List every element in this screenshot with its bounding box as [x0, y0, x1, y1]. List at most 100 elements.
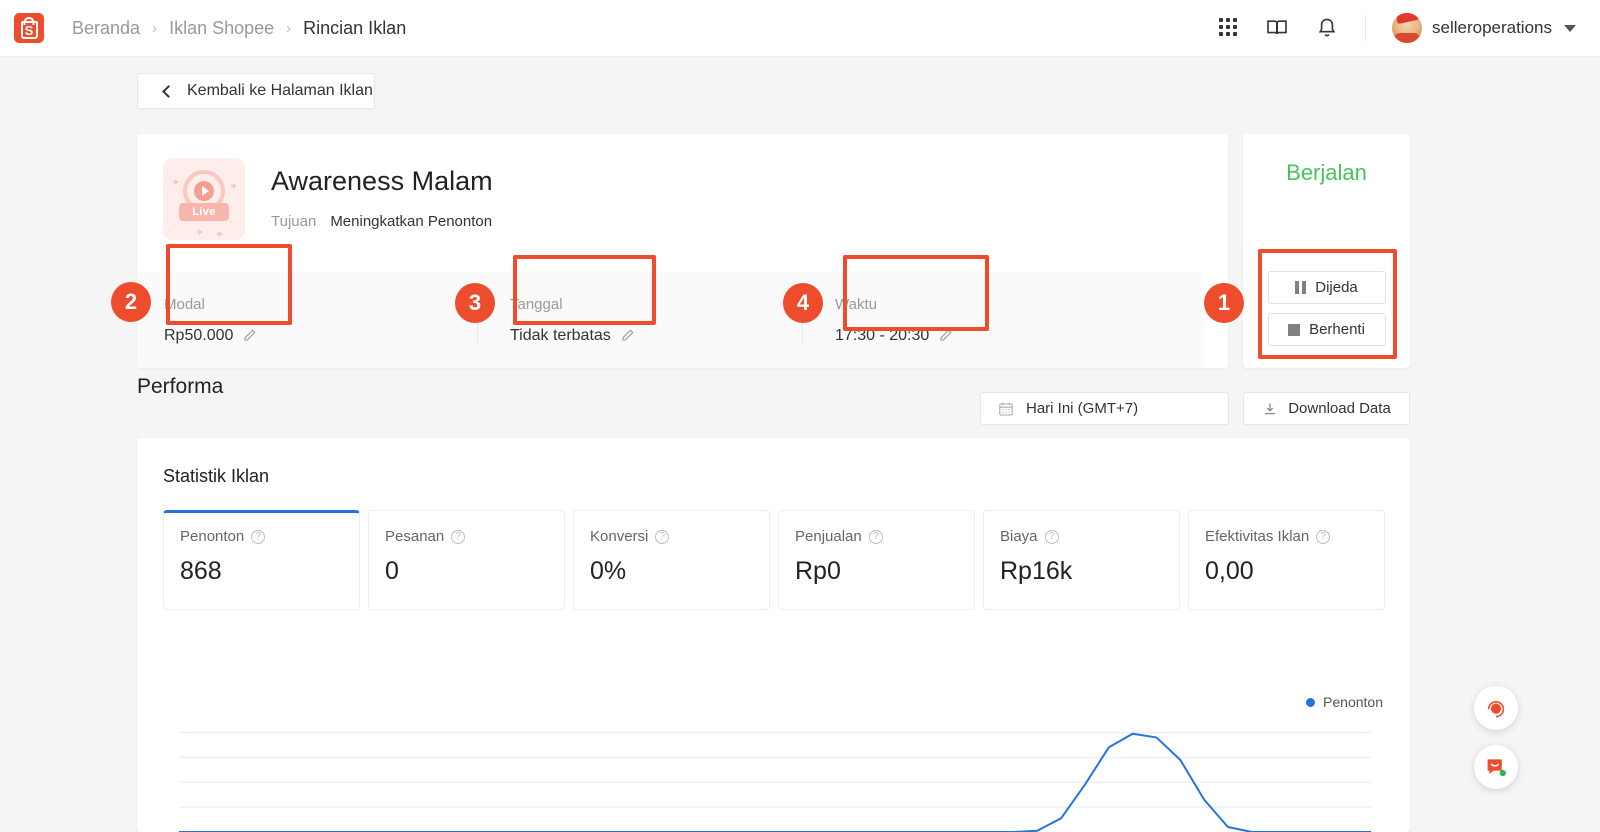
stat-tile-pesanan[interactable]: Pesanan ? 0: [368, 510, 565, 610]
stat-name-row: Penjualan ?: [795, 528, 974, 545]
download-data-label: Download Data: [1288, 400, 1391, 417]
status-action-buttons: Dijeda Berhenti: [1267, 271, 1386, 346]
breadcrumb: Beranda › Iklan Shopee › Rincian Iklan: [72, 18, 406, 39]
book-icon[interactable]: [1265, 16, 1289, 40]
download-data-button[interactable]: Download Data: [1243, 392, 1410, 425]
info-field-tanggal: Tanggal Tidak terbatas: [510, 272, 655, 368]
page-title-performa: Performa: [137, 375, 224, 398]
stat-name-row: Biaya ?: [1000, 528, 1179, 545]
live-badge-label: Live: [179, 203, 229, 221]
info-field-modal: Modal Rp50.000: [164, 272, 264, 368]
chart-legend[interactable]: Penonton: [1306, 694, 1383, 710]
waktu-value: 17:30 - 20:30: [835, 326, 930, 344]
stat-value: Rp0: [795, 557, 841, 585]
question-circle-icon[interactable]: ?: [655, 529, 670, 544]
stat-label: Penonton: [180, 528, 245, 545]
annotation-number-1: 1: [1204, 283, 1244, 323]
statistics-title: Statistik Iklan: [163, 466, 270, 486]
breadcrumb-item-iklan-shopee[interactable]: Iklan Shopee: [169, 18, 274, 39]
stat-tile-penjualan[interactable]: Penjualan ? Rp0: [778, 510, 975, 610]
stat-label: Biaya: [1000, 528, 1038, 545]
stat-name-row: Konversi ?: [590, 528, 769, 545]
back-button-label: Kembali ke Halaman Iklan: [187, 82, 373, 99]
stat-name-row: Efektivitas Iklan ?: [1205, 528, 1384, 545]
penonton-line-chart: [179, 724, 1371, 832]
waktu-label: Waktu: [835, 295, 877, 313]
apps-grid-icon[interactable]: [1218, 18, 1239, 38]
breadcrumb-item-rincian-iklan: Rincian Iklan: [303, 17, 407, 38]
top-navigation-bar: Beranda › Iklan Shopee › Rincian Iklan s…: [0, 0, 1600, 57]
stat-name-row: Penonton ?: [180, 528, 359, 545]
campaign-text-block: Awareness Malam Tujuan Meningkatkan Peno…: [271, 158, 493, 272]
status-badge: Berjalan: [1286, 160, 1367, 185]
campaign-objective: Tujuan Meningkatkan Penonton: [271, 213, 493, 230]
ad-statistics-card: Statistik Iklan Penonton ? 868 Pesanan ?…: [137, 438, 1410, 832]
stat-label: Konversi: [590, 528, 649, 545]
info-field-waktu: Waktu 17:30 - 20:30: [835, 272, 975, 368]
pencil-icon[interactable]: [938, 328, 953, 343]
avatar: [1391, 13, 1422, 43]
objective-value: Meningkatkan Penonton: [330, 213, 493, 230]
pause-campaign-button[interactable]: Dijeda: [1267, 271, 1386, 304]
top-nav-actions: selleroperations: [1218, 13, 1576, 43]
stat-tile-efektivitas-iklan[interactable]: Efektivitas Iklan ? 0,00: [1188, 510, 1385, 610]
modal-label: Modal: [164, 295, 205, 313]
stat-value: 0%: [590, 557, 627, 585]
stat-value: 0: [385, 557, 399, 585]
bell-icon[interactable]: [1315, 16, 1339, 40]
pencil-icon[interactable]: [620, 328, 635, 343]
question-circle-icon[interactable]: ?: [1044, 529, 1059, 544]
chat-fab-button[interactable]: [1474, 745, 1518, 789]
nav-divider: [1364, 15, 1366, 41]
back-to-ads-page-button[interactable]: Kembali ke Halaman Iklan: [137, 73, 375, 109]
legend-color-dot: [1306, 697, 1316, 707]
calendar-icon: [998, 401, 1014, 417]
waktu-value-row: 17:30 - 20:30: [835, 327, 975, 345]
question-circle-icon[interactable]: ?: [868, 529, 883, 544]
stat-tile-biaya[interactable]: Biaya ? Rp16k: [983, 510, 1180, 610]
page-content: Kembali ke Halaman Iklan Live ✦ ✦ · · ✦ ✦ A…: [0, 57, 1600, 832]
legend-label-penonton: Penonton: [1323, 694, 1383, 710]
date-range-label: Hari Ini (GMT+7): [1026, 400, 1139, 417]
account-name: selleroperations: [1431, 18, 1552, 37]
question-circle-icon[interactable]: ?: [1316, 529, 1331, 544]
pause-button-label: Dijeda: [1315, 279, 1358, 296]
stat-value: 0,00: [1205, 557, 1254, 585]
modal-value-row: Rp50.000: [164, 327, 264, 345]
stat-value: 868: [180, 557, 222, 585]
objective-label: Tujuan: [271, 213, 317, 230]
stop-campaign-button[interactable]: Berhenti: [1267, 313, 1386, 346]
statistic-tiles: Penonton ? 868 Pesanan ? 0 Konversi ? 0%: [163, 510, 1410, 610]
tanggal-value: Tidak terbatas: [510, 326, 611, 344]
breadcrumb-separator: ›: [286, 19, 292, 37]
annotation-number-2: 2: [111, 282, 151, 322]
stat-tile-konversi[interactable]: Konversi ? 0%: [573, 510, 770, 610]
download-icon: [1262, 401, 1278, 417]
chevron-down-icon[interactable]: [1564, 24, 1576, 32]
stat-label: Efektivitas Iklan: [1205, 528, 1310, 545]
campaign-header: Live ✦ ✦ · · ✦ ✦ Awareness Malam Tujuan Men…: [137, 134, 1228, 272]
stat-tile-penonton[interactable]: Penonton ? 868: [163, 510, 360, 610]
stop-icon: [1288, 323, 1301, 336]
stat-label: Pesanan: [385, 528, 445, 545]
annotation-number-3: 3: [455, 283, 495, 323]
pencil-icon[interactable]: [242, 328, 257, 343]
account-menu[interactable]: selleroperations: [1391, 13, 1576, 43]
campaign-summary-card: Live ✦ ✦ · · ✦ ✦ Awareness Malam Tujuan Men…: [137, 134, 1228, 368]
breadcrumb-item-beranda[interactable]: Beranda: [72, 18, 140, 39]
stat-name-row: Pesanan ?: [385, 528, 564, 545]
date-range-filter[interactable]: Hari Ini (GMT+7): [980, 392, 1229, 425]
stat-label: Penjualan: [795, 528, 862, 545]
modal-value: Rp50.000: [164, 326, 234, 344]
chart-canvas: [179, 731, 1371, 832]
campaign-status-card: Berjalan Dijeda Berhenti: [1243, 134, 1410, 368]
support-fab-button[interactable]: [1474, 686, 1518, 730]
live-campaign-thumbnail-icon: Live ✦ ✦ · · ✦ ✦: [163, 158, 245, 240]
chat-icon: [1487, 759, 1506, 777]
breadcrumb-separator: ›: [152, 19, 158, 37]
question-circle-icon[interactable]: ?: [451, 529, 466, 544]
question-circle-icon[interactable]: ?: [251, 529, 266, 544]
support-headset-icon: [1487, 701, 1505, 718]
shopee-logo-icon[interactable]: [14, 13, 44, 43]
campaign-title: Awareness Malam: [271, 166, 493, 196]
